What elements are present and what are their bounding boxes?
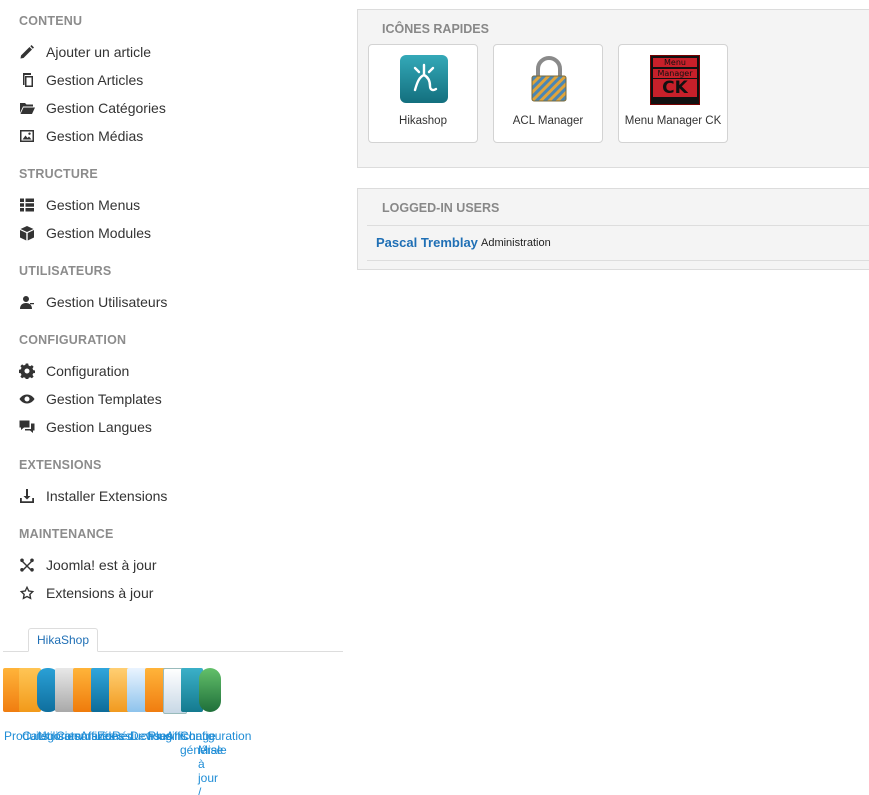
menu-item-gestion-medias[interactable]: Gestion Médias: [19, 124, 143, 148]
menu-item-label: Gestion Modules: [46, 225, 152, 241]
menu-item-label: Installer Extensions: [46, 488, 168, 504]
user-row: Pascal Tremblay Administration: [367, 225, 869, 261]
download-icon: [19, 488, 35, 504]
padlock-icon: [525, 55, 573, 103]
section-title-contenu: CONTENU: [19, 14, 83, 28]
menu-item-label: Gestion Catégories: [46, 100, 166, 116]
section-title-configuration: CONFIGURATION: [19, 333, 127, 347]
image-icon: [19, 128, 35, 144]
logged-in-users-panel: LOGGED-IN USERS Pascal Tremblay Administ…: [357, 188, 869, 270]
hikashop-logo-icon: [400, 55, 448, 103]
quick-icons-panel: ICÔNES RAPIDES Hikashop ACL Manager Menu…: [357, 9, 869, 168]
section-title-utilisateurs: UTILISATEURS: [19, 264, 112, 278]
menu-item-gestion-templates[interactable]: Gestion Templates: [19, 387, 162, 411]
user-name-link[interactable]: Pascal Tremblay: [376, 235, 478, 250]
joomla-icon: [19, 557, 35, 573]
menu-item-label: Gestion Articles: [46, 72, 144, 88]
menu-item-label: Gestion Langues: [46, 419, 152, 435]
menu-item-gestion-langues[interactable]: Gestion Langues: [19, 415, 152, 439]
menu-item-ajouter-article[interactable]: Ajouter un article: [19, 40, 151, 64]
logo-text-manager: Manager: [653, 69, 697, 78]
hikashop-icons: [3, 668, 221, 718]
menu-item-gestion-utilisateurs[interactable]: Gestion Utilisateurs: [19, 290, 167, 314]
menu-item-label: Joomla! est à jour: [46, 557, 157, 573]
menu-item-installer-extensions[interactable]: Installer Extensions: [19, 484, 167, 508]
menu-item-label: Gestion Utilisateurs: [46, 294, 168, 310]
menu-item-gestion-articles[interactable]: Gestion Articles: [19, 68, 143, 92]
menu-item-label: Configuration: [46, 363, 130, 379]
user-role: Administration: [481, 237, 551, 249]
menu-item-label: Gestion Templates: [46, 391, 162, 407]
menu-item-gestion-modules[interactable]: Gestion Modules: [19, 221, 151, 245]
section-title-extensions: EXTENSIONS: [19, 458, 102, 472]
copy-icon: [19, 72, 35, 88]
menu-item-gestion-menus[interactable]: Gestion Menus: [19, 193, 140, 217]
menu-item-joomla-a-jour[interactable]: Joomla! est à jour: [19, 553, 157, 577]
list-icon: [19, 197, 35, 213]
menu-item-extensions-a-jour[interactable]: Extensions à jour: [19, 581, 153, 605]
menu-item-configuration[interactable]: Configuration: [19, 359, 129, 383]
user-icon: [19, 294, 35, 310]
menu-manager-ck-icon: Menu Manager CK: [650, 55, 700, 105]
menu-item-label: Gestion Médias: [46, 128, 144, 144]
section-title-maintenance: MAINTENANCE: [19, 527, 114, 541]
eye-icon: [19, 391, 35, 407]
logo-text-menu: Menu: [653, 58, 697, 67]
comments-icon: [19, 419, 35, 435]
quick-icon-acl-manager[interactable]: ACL Manager: [493, 44, 603, 143]
cog-icon: [19, 363, 35, 379]
cube-icon: [19, 225, 35, 241]
hikashop-labels: Produits Catégories Utilisateurs Command…: [4, 729, 264, 795]
menu-item-label: Ajouter un article: [46, 44, 152, 60]
menu-item-gestion-categories[interactable]: Gestion Catégories: [19, 96, 166, 120]
menu-item-label: Extensions à jour: [46, 585, 154, 601]
pencil-icon: [19, 44, 35, 60]
menu-item-label: Gestion Menus: [46, 197, 141, 213]
quick-icons-title: ICÔNES RAPIDES: [382, 22, 489, 36]
hikashop-tabbar: HikaShop: [3, 628, 343, 652]
quick-icon-label: Hikashop: [399, 115, 447, 127]
hikashop-glyph: [413, 63, 438, 92]
logged-in-users-title: LOGGED-IN USERS: [382, 201, 500, 215]
star-icon: [19, 585, 35, 601]
quick-icon-label: ACL Manager: [512, 115, 584, 127]
logo-text-ck: CK: [653, 79, 697, 97]
section-title-structure: STRUCTURE: [19, 167, 98, 181]
quick-icon-menu-manager-ck[interactable]: Menu Manager CK Menu Manager CK: [618, 44, 728, 143]
quick-icon-hikashop[interactable]: Hikashop: [368, 44, 478, 143]
hikashop-label-mise-a-jour[interactable]: Mise à jour / A: [198, 743, 223, 795]
tab-hikashop[interactable]: HikaShop: [28, 628, 99, 652]
folder-open-icon: [19, 100, 35, 116]
update-icon[interactable]: [199, 668, 221, 712]
quick-icon-label: Menu Manager CK: [624, 115, 722, 127]
